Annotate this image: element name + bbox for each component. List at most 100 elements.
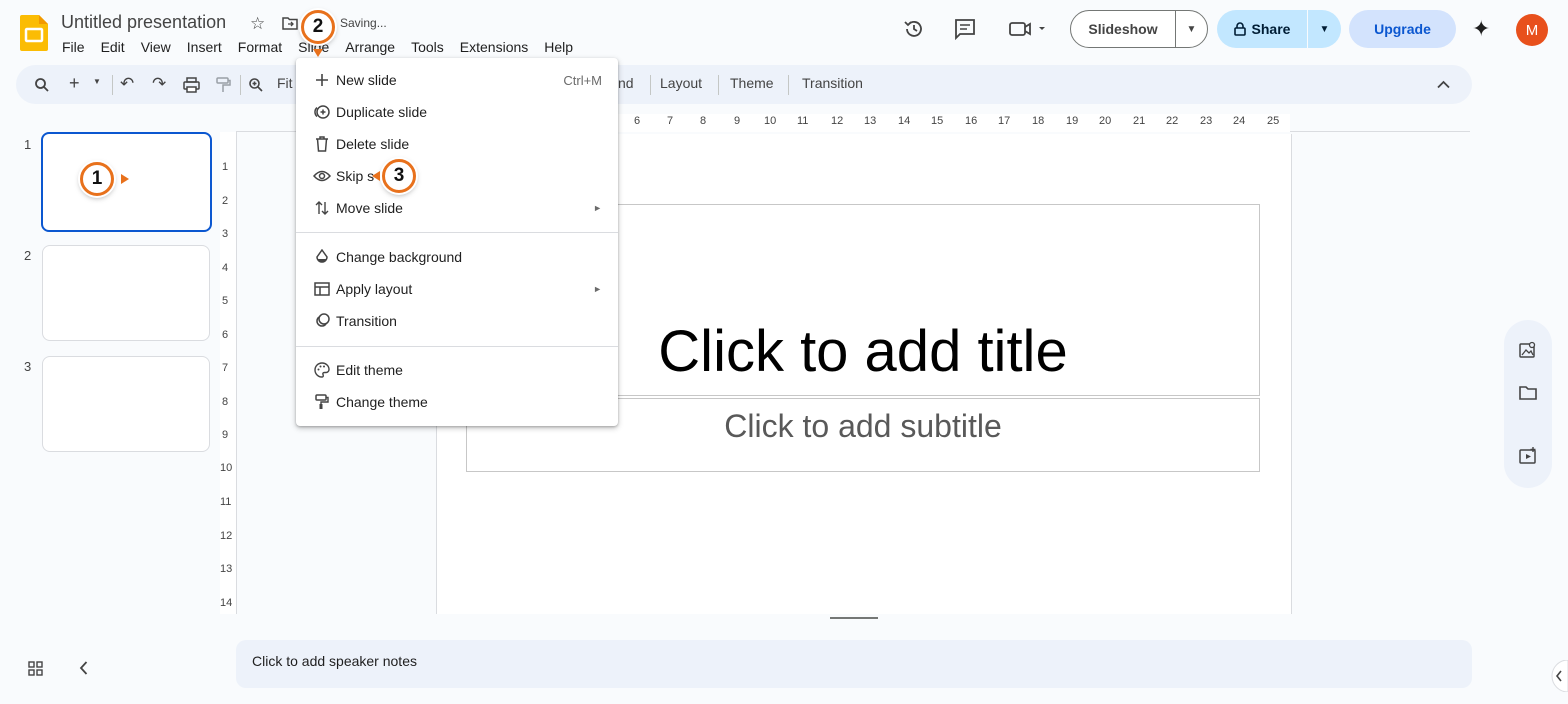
upgrade-button[interactable]: Upgrade [1349,10,1456,48]
ruler-label: 6 [222,329,229,341]
menu-item-move-slide[interactable]: Move slide ► [296,192,618,224]
menu-item-change-background[interactable]: Change background [296,241,618,273]
ruler-label: 13 [220,563,233,575]
zoom-icon[interactable] [248,77,264,93]
menu-item-label: New slide [336,72,397,88]
slides-logo[interactable] [20,15,48,51]
paint-format-icon[interactable] [216,77,231,93]
speaker-notes[interactable]: Click to add speaker notes [236,640,1472,688]
new-slide-dropdown-icon[interactable]: ▼ [93,77,101,86]
menu-view[interactable]: View [133,37,179,57]
menu-insert[interactable]: Insert [179,37,230,57]
undo-icon[interactable]: ↶ [120,74,134,94]
background-button[interactable]: nd [618,75,634,91]
new-slide-plus-icon[interactable]: + [69,73,80,94]
ruler-label: 3 [222,228,229,240]
move-to-folder-icon[interactable] [282,16,298,30]
comments-icon[interactable] [954,18,976,40]
menu-item-label: Change background [336,249,463,265]
droplet-icon [296,249,336,265]
menu-extensions[interactable]: Extensions [452,37,536,57]
transition-icon [296,313,336,329]
ruler-label: 5 [222,295,229,307]
menu-item-new-slide[interactable]: New slide Ctrl+M [296,64,618,96]
zoom-select[interactable]: Fit [277,75,293,91]
slideshow-dropdown-icon[interactable]: ▼ [1176,11,1207,47]
ruler-label: 11 [220,496,232,508]
slide-number: 3 [24,359,32,374]
grid-view-icon[interactable] [28,661,43,676]
menu-item-skip-slide[interactable]: Skip s [296,160,618,192]
collapse-toolbar-icon[interactable] [1437,80,1450,89]
side-panel [1504,320,1552,488]
menu-item-edit-theme[interactable]: Edit theme [296,354,618,386]
menu-edit[interactable]: Edit [93,37,133,57]
menu-arrange[interactable]: Arrange [337,37,403,57]
expand-side-panel-icon[interactable] [1545,660,1568,692]
notes-resize-handle[interactable] [830,617,878,619]
ruler-label: 8 [222,396,229,408]
slideshow-button[interactable]: Slideshow ▼ [1070,10,1208,48]
menu-item-label: Delete slide [336,136,410,152]
folder-icon[interactable] [1519,385,1537,401]
step-callout-3: 3 [382,159,416,193]
share-button[interactable]: Share ▼ [1217,10,1341,48]
layout-button[interactable]: Layout [660,75,702,91]
speaker-notes-placeholder[interactable]: Click to add speaker notes [252,653,417,669]
redo-icon[interactable]: ↷ [152,74,166,94]
collapse-filmstrip-icon[interactable] [79,661,88,675]
ruler-label: 16 [965,115,978,127]
slide-number: 1 [24,137,32,152]
image-search-icon[interactable] [1519,341,1537,359]
ruler-label: 9 [222,429,229,441]
menu-divider [296,232,618,233]
transition-button[interactable]: Transition [802,75,863,91]
star-icon[interactable]: ☆ [250,14,265,34]
avatar[interactable]: M [1516,14,1548,46]
slide-thumbnail-3[interactable] [42,356,210,452]
meet-camera-icon[interactable] [1008,18,1048,40]
ruler-label: 7 [222,362,229,374]
slideshow-label[interactable]: Slideshow [1071,11,1176,47]
search-menus-icon[interactable] [34,77,50,93]
step-callout-2: 2 [301,10,335,44]
ruler-label: 14 [220,597,233,609]
share-dropdown-icon[interactable]: ▼ [1308,10,1341,48]
callout-pointer [121,174,129,184]
add-video-icon[interactable] [1519,447,1537,465]
version-history-icon[interactable] [903,18,925,40]
menu-file[interactable]: File [54,37,93,57]
ruler-label: 22 [1166,115,1179,127]
menu-item-transition[interactable]: Transition [296,305,618,337]
palette-icon [296,362,336,378]
ruler-label: 2 [222,195,229,207]
eye-icon [296,170,336,182]
menu-item-duplicate-slide[interactable]: Duplicate slide [296,96,618,128]
menu-item-delete-slide[interactable]: Delete slide [296,128,618,160]
ruler-label: 18 [1032,115,1045,127]
ruler-label: 1 [222,161,229,173]
ruler-label: 19 [1066,115,1079,127]
gemini-sparkle-icon[interactable]: ✦ [1472,16,1490,42]
menu-tools[interactable]: Tools [403,37,452,57]
slide-menu-dropdown: New slide Ctrl+M Duplicate slide Delete … [296,58,618,426]
menu-item-label: Apply layout [336,281,413,297]
theme-button[interactable]: Theme [730,75,774,91]
ruler-label: 6 [634,115,641,127]
menu-item-change-theme[interactable]: Change theme [296,386,618,418]
document-title[interactable]: Untitled presentation [61,12,226,33]
ruler-label: 10 [220,462,233,474]
trash-icon [296,136,336,152]
share-main[interactable]: Share [1217,10,1308,48]
menu-format[interactable]: Format [230,37,290,57]
print-icon[interactable] [183,77,200,93]
ruler-label: 23 [1200,115,1213,127]
vertical-ruler: 1 2 3 4 5 6 7 8 9 10 11 12 13 14 [220,132,237,614]
layout-icon [296,282,336,296]
ruler-label: 17 [998,115,1011,127]
menu-item-apply-layout[interactable]: Apply layout ► [296,273,618,305]
step-callout-1: 1 [80,162,114,196]
menu-item-label: Edit theme [336,362,403,378]
slide-thumbnail-2[interactable] [42,245,210,341]
menu-help[interactable]: Help [536,37,581,57]
